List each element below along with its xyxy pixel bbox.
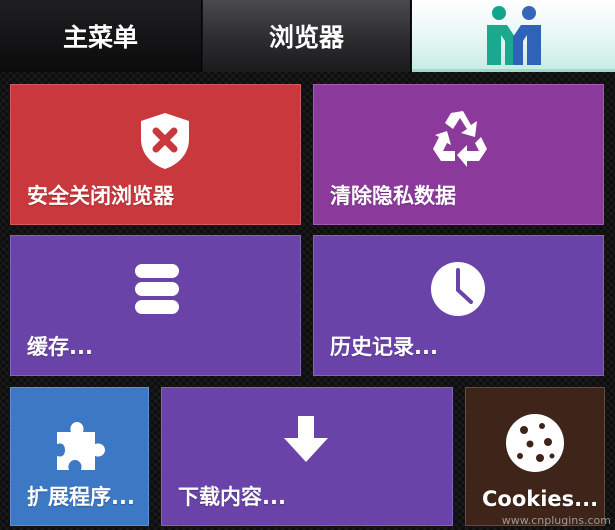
maxthon-logo-icon [486, 5, 541, 65]
tile-clear-private-data[interactable]: 清除隐私数据 [313, 84, 604, 225]
tile-extensions-label: 扩展程序... [27, 485, 135, 509]
tile-cookies[interactable]: Cookies... [465, 387, 605, 526]
tile-cache-label: 缓存... [27, 335, 93, 359]
tile-downloads[interactable]: 下载内容... [161, 387, 453, 526]
watermark: www.cnplugins.com [501, 514, 611, 527]
tile-safe-exit-label: 安全关闭浏览器 [27, 184, 174, 208]
puzzle-icon [57, 422, 105, 470]
shield-x-icon [141, 113, 189, 169]
top-tab-bar: 主菜单 浏览器 [0, 0, 615, 74]
tab-main-menu[interactable]: 主菜单 [0, 0, 202, 72]
tab-logo[interactable] [412, 0, 615, 72]
tile-history[interactable]: 历史记录... [313, 235, 604, 376]
download-arrow-icon [284, 416, 328, 462]
tab-browser[interactable]: 浏览器 [203, 0, 411, 72]
tab-browser-label: 浏览器 [268, 23, 344, 52]
tile-clear-private-data-label: 清除隐私数据 [330, 184, 456, 208]
recycle-icon [433, 111, 487, 167]
tile-cache[interactable]: 缓存... [10, 235, 301, 376]
tile-safe-exit[interactable]: 安全关闭浏览器 [10, 84, 301, 225]
tile-extensions[interactable]: 扩展程序... [10, 387, 149, 526]
clock-icon [431, 262, 485, 316]
tab-main-menu-label: 主菜单 [62, 23, 138, 52]
database-icon [135, 264, 179, 314]
cookie-icon [506, 414, 564, 472]
tile-cookies-label: Cookies... [482, 487, 599, 511]
tile-downloads-label: 下载内容... [178, 485, 286, 509]
tile-history-label: 历史记录... [330, 335, 438, 359]
